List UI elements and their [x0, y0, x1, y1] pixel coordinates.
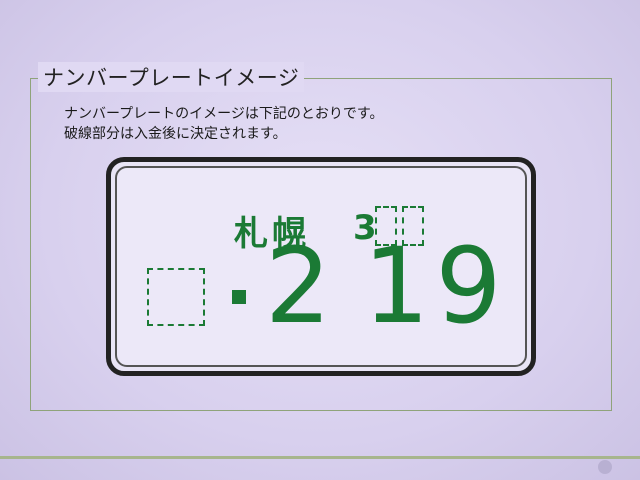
plate-number: 2 19: [265, 234, 508, 338]
note-line-2: 破線部分は入金後に決定されます。: [64, 126, 287, 142]
plate-number-rest: 19: [363, 225, 508, 347]
plate-hiragana-placeholder: [147, 268, 205, 326]
section-note: ナンバープレートのイメージは下記のとおりです。 破線部分は入金後に決定されます。: [64, 104, 383, 144]
note-line-1: ナンバープレートのイメージは下記のとおりです。: [64, 106, 384, 122]
license-plate: 札幌 3 2 19: [106, 157, 536, 376]
license-plate-face: 札幌 3 2 19: [115, 166, 527, 367]
corner-dot-icon: [598, 460, 612, 474]
section-legend: ナンバープレートイメージ: [38, 62, 305, 92]
bottom-divider: [0, 456, 640, 459]
plate-number-first: 2: [265, 225, 338, 347]
plate-separator-dot: [232, 290, 246, 304]
